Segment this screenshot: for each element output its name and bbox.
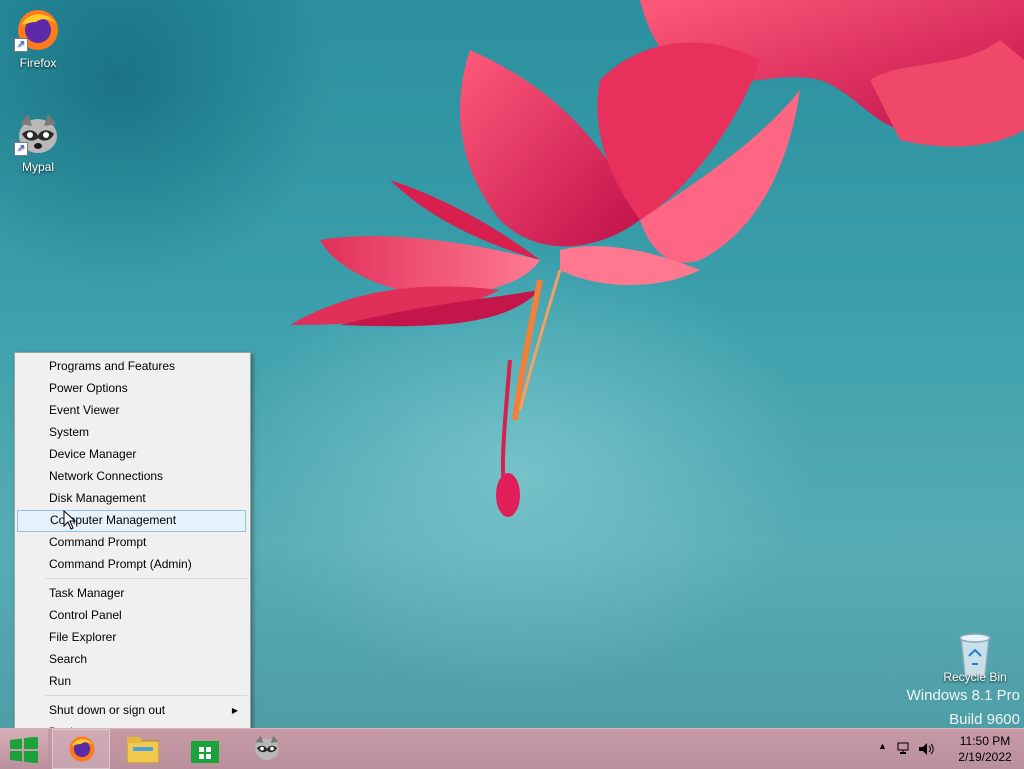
desktop-icon-firefox[interactable]: ↗ Firefox <box>0 6 76 70</box>
menu-item-programs-and-features[interactable]: Programs and Features <box>17 356 246 377</box>
desktop-icon-mypal[interactable]: ↗ Mypal <box>0 110 76 174</box>
menu-item-control-panel[interactable]: Control Panel <box>17 605 246 626</box>
taskbar-clock[interactable]: 11:50 PM 2/19/2022 <box>954 733 1016 765</box>
menu-item-power-options[interactable]: Power Options <box>17 378 246 399</box>
file-explorer-icon <box>127 737 159 763</box>
menu-item-network-connections[interactable]: Network Connections <box>17 466 246 487</box>
firefox-icon <box>69 736 95 762</box>
menu-item-shut-down-or-sign-out[interactable]: Shut down or sign out ▶ <box>17 700 246 721</box>
volume-icon[interactable] <box>918 741 936 757</box>
menu-separator <box>45 578 247 579</box>
windows-watermark: Windows 8.1 Pro Build 9600 <box>907 684 1020 728</box>
desktop-icon-label: Firefox <box>19 56 57 70</box>
taskbar-mypal-button[interactable] <box>240 729 294 769</box>
menu-item-command-prompt[interactable]: Command Prompt <box>17 532 246 553</box>
menu-item-command-prompt-admin[interactable]: Command Prompt (Admin) <box>17 554 246 575</box>
menu-item-system[interactable]: System <box>17 422 246 443</box>
show-hidden-icons-button[interactable]: ▲ <box>878 741 887 751</box>
desktop-icon-recycle-bin[interactable]: Recycle Bin <box>937 630 1013 684</box>
system-tray: ▲ 11:50 PM 2/19/2022 <box>864 729 1024 769</box>
windows-logo-icon <box>10 737 38 763</box>
menu-item-event-viewer[interactable]: Event Viewer <box>17 400 246 421</box>
menu-item-computer-management[interactable]: Computer Management <box>17 510 246 532</box>
winx-context-menu: Programs and Features Power Options Even… <box>14 352 251 746</box>
menu-item-file-explorer[interactable]: File Explorer <box>17 627 246 648</box>
desktop-icon-label: Recycle Bin <box>943 670 1007 684</box>
watermark-edition: Windows 8.1 Pro <box>906 687 1020 704</box>
taskbar-file-explorer-button[interactable] <box>116 729 170 769</box>
watermark-build: Build 9600 <box>949 711 1020 728</box>
taskbar-firefox-button[interactable] <box>52 729 110 769</box>
store-icon <box>191 741 219 763</box>
menu-item-search[interactable]: Search <box>17 649 246 670</box>
menu-item-device-manager[interactable]: Device Manager <box>17 444 246 465</box>
shortcut-arrow-icon: ↗ <box>14 142 28 156</box>
submenu-arrow-icon: ▶ <box>231 706 238 715</box>
mouse-cursor-icon <box>63 510 77 530</box>
menu-item-disk-management[interactable]: Disk Management <box>17 488 246 509</box>
start-button[interactable] <box>0 729 48 769</box>
menu-item-label: Shut down or sign out <box>49 703 166 717</box>
taskbar-store-button[interactable] <box>178 729 232 769</box>
taskbar: ▲ 11:50 PM 2/19/2022 <box>0 728 1024 769</box>
menu-separator <box>45 695 247 696</box>
menu-item-task-manager[interactable]: Task Manager <box>17 583 246 604</box>
mypal-icon <box>255 735 279 760</box>
shortcut-arrow-icon: ↗ <box>14 38 28 52</box>
menu-item-run[interactable]: Run <box>17 671 246 692</box>
network-icon[interactable] <box>896 741 912 757</box>
clock-date: 2/19/2022 <box>958 750 1012 764</box>
desktop-icon-label: Mypal <box>21 160 54 174</box>
clock-time: 11:50 PM <box>959 734 1011 748</box>
